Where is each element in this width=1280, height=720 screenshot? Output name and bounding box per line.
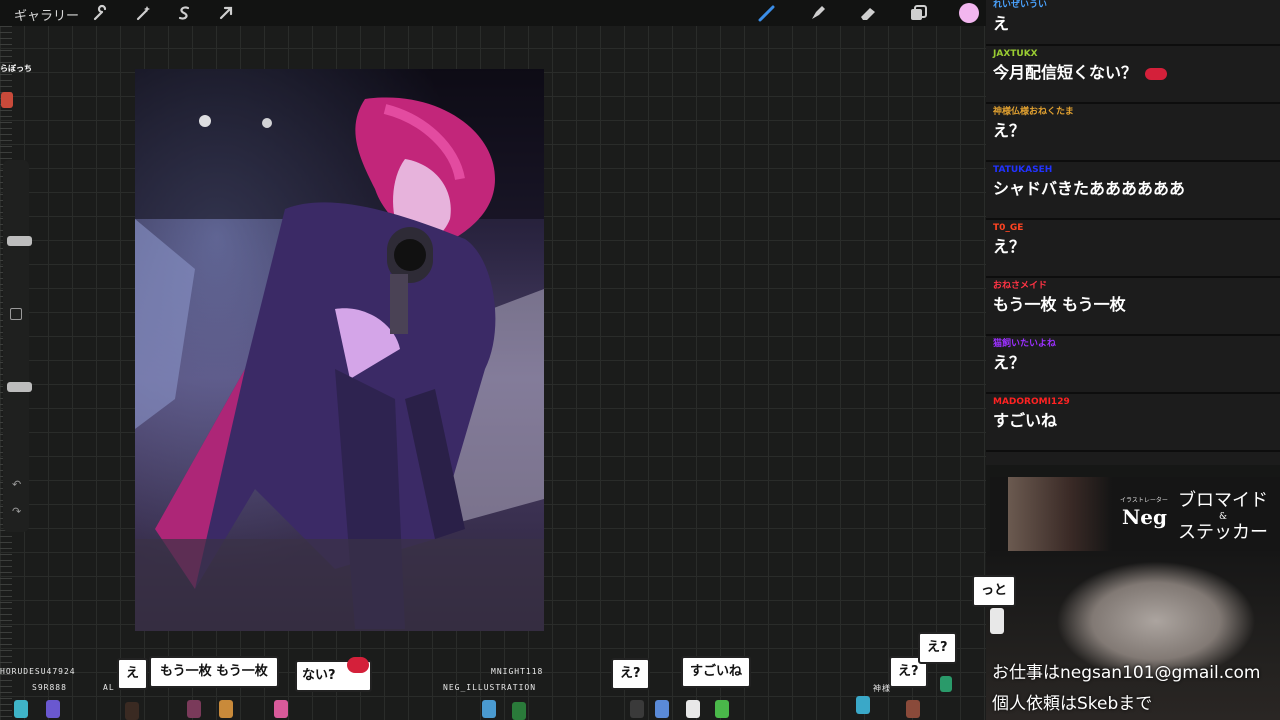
pixel-avatar [990,608,1004,634]
speech-bubble: すごいね [681,656,752,688]
viewer-name: NEG_ILLUSTRATION [443,683,537,692]
chat-username: おねさメイド [993,281,1048,291]
chat-username: JAXTUKX [993,49,1038,59]
pixel-avatar [630,700,644,718]
speech-bubble: え [117,658,149,690]
brush-size-slider[interactable] [7,236,32,246]
chat-username: T0_GE [993,223,1024,233]
promo-line2: ステッカー [1178,522,1268,543]
promo-portrait [1008,477,1112,551]
speech-bubble: え? [918,632,957,664]
color-picker-button[interactable] [959,3,979,23]
opacity-slider[interactable] [7,382,32,392]
promo-products: ブロマイド & ステッカー [1173,489,1273,545]
modify-button[interactable] [10,308,22,320]
selection-s-icon[interactable] [174,3,194,23]
promo-amp: & [1218,512,1227,522]
promo-subtitle: イラストレーター [1120,497,1168,504]
chat-text: もう一枚 もう一枚 [993,295,1126,314]
pixel-avatar [14,700,28,718]
pixel-avatar [686,700,700,718]
promo-name: Neg [1122,505,1167,529]
chat-text: すごいね [993,411,1058,430]
chat-panel: れいぜいうい え JAXTUKX 今月配信短くない？ 神様仏様おねくたま え？ … [986,0,1280,465]
magic-wand-icon[interactable] [133,3,153,23]
chat-message: TATUKASEH シャドバきたああああああ [986,162,1280,220]
tool-sidebar: ↶ ↷ [3,160,32,532]
chat-message: JAXTUKX 今月配信短くない？ [986,46,1280,104]
chat-username: 神様仏様おねくたま [993,107,1074,117]
chat-text: え？ [993,121,1026,140]
pixel-avatar [1,92,13,108]
lips-emote-icon [347,657,369,673]
artwork-image [135,69,544,631]
smudge-icon[interactable] [808,3,828,23]
pixel-avatar [856,696,870,714]
chat-username: れいぜいうい [993,0,1048,10]
chat-username: MADOROMI129 [993,397,1070,407]
promo-banner: イラストレーター Neg ブロマイド & ステッカー [990,477,1280,551]
chat-message: T0_GE え？ [986,220,1280,278]
contact-line2: 個人依頼はSkebまで [992,694,1153,714]
undo-icon[interactable]: ↶ [12,478,21,491]
wrench-icon[interactable] [91,3,111,23]
pixel-avatar [715,700,729,718]
promo-line1: ブロマイド [1178,490,1268,511]
chat-username: TATUKASEH [993,165,1053,175]
speech-bubble: え? [611,658,650,690]
chat-text: シャドバきたああああああ [993,179,1186,198]
pixel-avatar [940,676,952,692]
chat-message: れいぜいうい え [986,0,1280,46]
pixel-avatar [274,700,288,718]
chat-text: え？ [993,353,1026,372]
pixel-avatar [512,702,526,720]
chat-message: 神様仏様おねくたま え？ [986,104,1280,162]
overlay-label: らぼっち [0,64,32,73]
chat-text: え？ [993,237,1026,256]
viewer-name: 神様 [873,684,891,693]
character-illustration [135,69,544,631]
chat-username: 猫飼いたいよね [993,339,1056,349]
chat-text: え [993,14,1010,33]
viewer-name: HORUDESU47924 [0,667,76,676]
pixel-avatar [46,700,60,718]
procreate-toolbar: ギャラリー [0,0,986,26]
chat-message: 猫飼いたいよね え？ [986,336,1280,394]
brush-icon[interactable] [757,3,777,23]
chat-text: 今月配信短くない？ [993,63,1138,82]
contact-line1: お仕事はnegsan101@gmail.com [992,663,1261,683]
eraser-icon[interactable] [858,3,878,23]
speech-bubble: っと [972,575,1017,607]
viewer-name: AL [103,683,115,692]
gallery-button[interactable]: ギャラリー [14,5,79,24]
pixel-avatar [125,702,139,720]
pixel-avatar [187,700,201,718]
pixel-avatar [655,700,669,718]
pixel-avatar [906,700,920,718]
pixel-avatar [482,700,496,718]
pixel-avatar [219,700,233,718]
viewer-name: MNIGHT118 [491,667,544,676]
layers-icon[interactable] [908,3,928,23]
chat-message: おねさメイド もう一枚 もう一枚 [986,278,1280,336]
lips-emote-icon [1145,67,1168,80]
redo-icon[interactable]: ↷ [12,505,21,518]
chat-message: MADOROMI129 すごいね [986,394,1280,452]
move-arrow-icon[interactable] [216,3,236,23]
speech-bubble: もう一枚 もう一枚 [149,656,279,688]
viewer-name: S9R888 [32,683,67,692]
